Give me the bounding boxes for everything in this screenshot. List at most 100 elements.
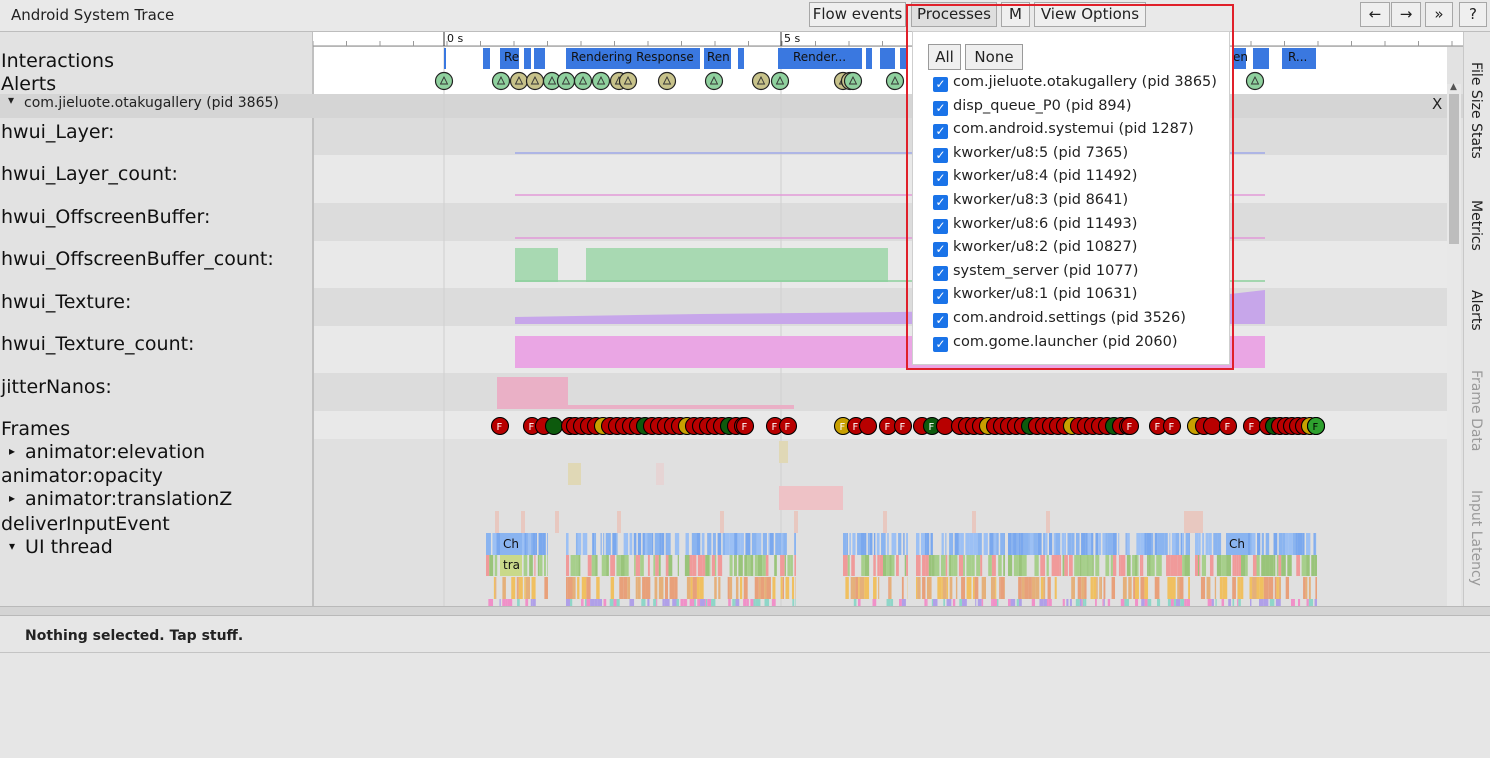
select-all-button[interactable]: All [928, 44, 961, 70]
nav-left-arrow-icon[interactable]: ← [1360, 2, 1390, 27]
checkbox-checked-icon[interactable]: ✓ [933, 242, 948, 258]
checkbox-checked-icon[interactable]: ✓ [933, 336, 948, 352]
checkbox-checked-icon[interactable]: ✓ [933, 77, 948, 92]
ui-thread-slice [852, 533, 856, 555]
tab-input-latency[interactable]: Input Latency [1468, 490, 1484, 586]
checkbox-checked-icon[interactable]: ✓ [933, 124, 948, 140]
counter-label-hwui-layer-count: hwui_Layer_count: [1, 163, 178, 185]
ui-thread-slice [946, 599, 952, 606]
ui-thread-slice [696, 577, 700, 599]
animator-translationz-label[interactable]: animator:translationZ [1, 488, 232, 510]
interaction-slice [900, 48, 906, 69]
timeline-track-area[interactable]: 0 s 5 s Re Rendering Response Ren Render... en… [0, 32, 1463, 606]
ui-thread-slice [627, 577, 631, 599]
checkbox-checked-icon[interactable]: ✓ [933, 195, 948, 210]
ui-thread-slice [1185, 533, 1190, 555]
process-name: kworker/u8:5 (pid 7365) [953, 144, 1129, 161]
timeline-canvas[interactable]: 0 s 5 s Re Rendering Response Ren Render... en… [0, 32, 1463, 606]
ui-thread-slice [1151, 533, 1154, 555]
metadata-button[interactable]: M [1001, 2, 1030, 27]
ui-thread-slice [608, 533, 611, 555]
ui-thread-slice [1303, 577, 1306, 599]
checkbox-checked-icon[interactable]: ✓ [933, 218, 948, 234]
ui-thread-slice [697, 555, 703, 576]
ui-thread-slice [926, 533, 930, 555]
processes-button[interactable]: Processes [911, 2, 997, 27]
ui-thread-slice [629, 533, 633, 555]
ui-thread-slice [1091, 533, 1094, 555]
ui-thread-slice [775, 533, 779, 555]
select-none-button[interactable]: None [965, 44, 1023, 70]
ui-thread-slice [634, 555, 636, 576]
flow-events-button[interactable]: Flow events [809, 2, 906, 27]
ui-thread-slice [898, 533, 902, 555]
nav-right-arrow-icon[interactable]: → [1391, 2, 1421, 27]
animator-elevation-label[interactable]: animator:elevation [1, 441, 205, 463]
ui-thread-slice [658, 555, 661, 576]
panel-resize-divider[interactable] [0, 606, 1490, 616]
ui-thread-slice [1046, 555, 1049, 576]
checkbox-checked-icon[interactable]: ✓ [933, 265, 948, 281]
ui-thread-slice [952, 599, 956, 606]
ui-thread-slice [787, 555, 791, 576]
tab-frame-data[interactable]: Frame Data [1468, 370, 1484, 452]
ui-thread-slice [1077, 577, 1082, 599]
scrollbar-thumb[interactable] [1449, 94, 1459, 244]
ui-thread-slice [658, 577, 664, 599]
ui-thread-slice [697, 599, 699, 606]
checkbox-checked-icon[interactable]: ✓ [933, 100, 948, 116]
process-name: disp_queue_P0 (pid 894) [953, 97, 1132, 114]
counter-label-hwui-texture-count: hwui_Texture_count: [1, 333, 195, 355]
ui-thread-slice [502, 577, 506, 599]
ui-thread-slice [1075, 533, 1080, 555]
ui-thread-slice [645, 577, 651, 599]
scroll-up-icon[interactable]: ▲ [1450, 82, 1457, 92]
ui-thread-slice [704, 599, 706, 606]
ui-thread-slice [795, 599, 796, 606]
ui-thread-label[interactable]: UI thread [1, 536, 113, 558]
ui-thread-slice [1048, 599, 1052, 606]
expand-panel-button[interactable]: » [1425, 2, 1453, 27]
checkbox-checked-icon[interactable]: ✓ [933, 171, 948, 187]
view-options-button[interactable]: View Options [1034, 2, 1146, 27]
ui-thread-slice [1049, 533, 1053, 555]
ui-thread-slice [747, 555, 751, 576]
ui-thread-slice [1008, 599, 1011, 606]
ui-thread-slice [882, 555, 885, 576]
ui-thread-slice [888, 577, 890, 599]
ui-thread-slice [577, 577, 580, 599]
counter-label-jitternanos: jitterNanos: [1, 376, 112, 398]
counter-row-bg [314, 118, 1447, 155]
tab-alerts[interactable]: Alerts [1468, 290, 1484, 331]
ui-thread-slice [989, 533, 994, 555]
ui-thread-slice [1066, 599, 1069, 606]
process-header-label[interactable]: com.jieluote.otakugallery (pid 3865) [0, 95, 279, 111]
ui-thread-slice [717, 533, 722, 555]
ui-thread-slice [505, 599, 508, 606]
tab-metrics[interactable]: Metrics [1468, 200, 1484, 251]
ui-thread-slice [1107, 533, 1109, 555]
ui-thread-slice [668, 555, 673, 576]
checkbox-checked-icon[interactable]: ✓ [933, 289, 948, 305]
ui-thread-slice [524, 577, 526, 599]
ui-thread-slice [594, 599, 598, 606]
ui-thread-slice [1222, 577, 1228, 599]
close-process-icon[interactable]: X [1432, 95, 1442, 113]
ui-thread-slice [1105, 533, 1108, 555]
ui-thread-slice [941, 577, 943, 599]
ui-thread-slice [1147, 555, 1149, 576]
checkbox-checked-icon[interactable]: ✓ [933, 313, 948, 328]
ui-thread-slice [1043, 599, 1047, 606]
ui-thread-slice [996, 599, 999, 606]
ui-thread-slice [960, 533, 964, 555]
ui-thread-slice [624, 555, 629, 576]
ui-thread-slice [734, 533, 738, 555]
help-button[interactable]: ? [1459, 2, 1487, 27]
checkbox-checked-icon[interactable]: ✓ [933, 147, 948, 163]
ui-thread-slice [535, 533, 538, 555]
ui-thread-slice [977, 599, 982, 606]
input-event-slice [883, 511, 887, 533]
tab-file-size-stats[interactable]: File Size Stats [1468, 62, 1484, 159]
ui-thread-slice [1175, 533, 1180, 555]
frame-marker-label: F [885, 422, 891, 433]
